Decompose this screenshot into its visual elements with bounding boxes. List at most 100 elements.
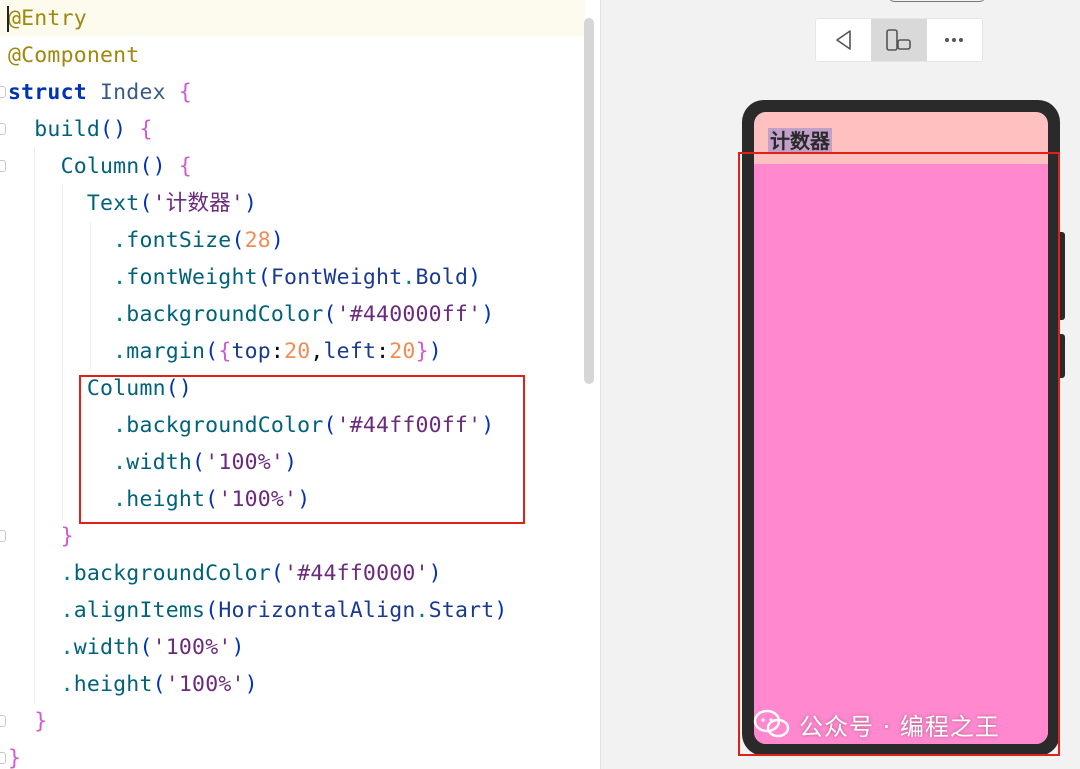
text-caret <box>7 6 9 32</box>
code-token: width <box>73 635 140 660</box>
code-token: '100%' <box>152 635 232 660</box>
code-token: } <box>8 709 48 734</box>
code-token: . <box>8 302 127 327</box>
code-line: .backgroundColor('#44ff0000') <box>8 555 442 592</box>
code-token: top <box>231 339 271 364</box>
current-line-highlight <box>0 0 585 36</box>
fold-marker-icon[interactable] <box>0 715 6 727</box>
code-token: Text <box>8 191 140 216</box>
code-token: . <box>8 561 74 586</box>
code-token: '#440000ff' <box>336 302 482 327</box>
code-token: () <box>139 154 166 179</box>
code-token: . <box>8 672 74 697</box>
code-line: Text('计数器') <box>8 185 257 222</box>
code-token: , <box>310 339 324 364</box>
fold-marker-icon[interactable] <box>0 530 6 542</box>
more-dots-icon <box>945 38 964 42</box>
code-token: ( <box>205 598 219 623</box>
previewer-top-control <box>887 0 987 2</box>
code-line: } <box>8 518 74 555</box>
code-token: Start <box>428 598 495 623</box>
preview-highlight-box <box>738 152 1060 756</box>
code-token: height <box>73 672 153 697</box>
code-line: .margin({top:20,left:20}) <box>8 333 442 370</box>
code-line: @Entry <box>8 0 87 37</box>
code-line: .fontSize(28) <box>8 222 284 259</box>
code-token: . <box>8 265 127 290</box>
code-token: HorizontalAlign <box>218 598 416 623</box>
code-token: { <box>126 117 153 142</box>
code-token: ( <box>139 191 153 216</box>
code-token: . <box>8 598 74 623</box>
code-token: ( <box>139 635 153 660</box>
device-rotate-icon <box>886 29 911 51</box>
back-button[interactable] <box>816 19 871 61</box>
code-token: ) <box>468 265 482 290</box>
code-line: .width('100%') <box>8 629 245 666</box>
code-token: backgroundColor <box>126 302 324 327</box>
fold-marker-icon[interactable] <box>0 86 6 98</box>
watermark-text: 公众号 · 编程之王 <box>799 712 1000 741</box>
code-token: ) <box>231 635 245 660</box>
code-token: ( <box>152 672 166 697</box>
code-token: Index <box>86 80 179 105</box>
code-token: } <box>8 746 22 769</box>
code-token: alignItems <box>73 598 206 623</box>
watermark: 公众号 · 编程之王 <box>753 706 1000 742</box>
code-token: ) <box>244 191 258 216</box>
code-line: } <box>8 703 47 740</box>
code-token: . <box>8 228 127 253</box>
code-line: Column() { <box>8 148 192 185</box>
code-token: . <box>415 598 429 623</box>
code-token: { <box>218 339 232 364</box>
code-token: margin <box>126 339 206 364</box>
wechat-icon <box>753 709 790 738</box>
code-token: . <box>8 339 127 364</box>
code-token: ) <box>481 302 495 327</box>
code-token: ) <box>270 228 285 253</box>
code-line: struct Index { <box>8 74 192 111</box>
code-token: 20 <box>389 339 416 364</box>
code-line: } <box>8 740 21 769</box>
code-token: ) <box>494 598 508 623</box>
code-token: fontWeight <box>126 265 258 290</box>
code-token: backgroundColor <box>73 561 271 586</box>
previewer-pane: 计数器 公众号 · 编程之王 <box>600 0 1080 769</box>
code-line: build() { <box>8 111 153 148</box>
code-token: '#44ff0000' <box>284 561 429 586</box>
code-token: } <box>415 339 429 364</box>
code-token: Bold <box>415 265 469 290</box>
code-token: . <box>8 635 74 660</box>
more-button[interactable] <box>927 19 982 61</box>
counter-title: 计数器 <box>768 128 832 154</box>
code-token: 20 <box>284 339 311 364</box>
code-token: . <box>402 265 416 290</box>
code-token: fontSize <box>126 228 232 253</box>
code-line: .fontWeight(FontWeight.Bold) <box>8 259 481 296</box>
code-editor[interactable]: @Entry @Component struct Index { build() {… <box>0 0 600 769</box>
code-token: '计数器' <box>152 191 244 216</box>
fold-marker-icon[interactable] <box>0 752 6 764</box>
code-line: .height('100%') <box>8 666 258 703</box>
code-token: ) <box>428 561 442 586</box>
code-highlight-box <box>79 375 525 524</box>
fold-marker-icon[interactable] <box>0 123 6 135</box>
code-line: .alignItems(HorizontalAlign.Start) <box>8 592 508 629</box>
code-token: ( <box>257 265 271 290</box>
previewer-toolbar <box>815 18 983 62</box>
code-token: : <box>376 339 390 364</box>
code-token: { <box>178 80 193 105</box>
code-token: () <box>100 117 127 142</box>
editor-scrollbar[interactable] <box>584 18 594 384</box>
code-line: .backgroundColor('#440000ff') <box>8 296 494 333</box>
code-token: 28 <box>244 228 271 253</box>
code-token: Column <box>8 154 140 179</box>
code-token: ( <box>231 228 245 253</box>
device-rotate-button[interactable] <box>871 19 927 61</box>
code-token: left <box>323 339 377 364</box>
code-line: @Component <box>8 37 139 74</box>
code-token: @Component <box>8 43 140 68</box>
fold-marker-icon[interactable] <box>0 160 6 172</box>
code-token: ) <box>244 672 258 697</box>
code-token: ( <box>270 561 285 586</box>
